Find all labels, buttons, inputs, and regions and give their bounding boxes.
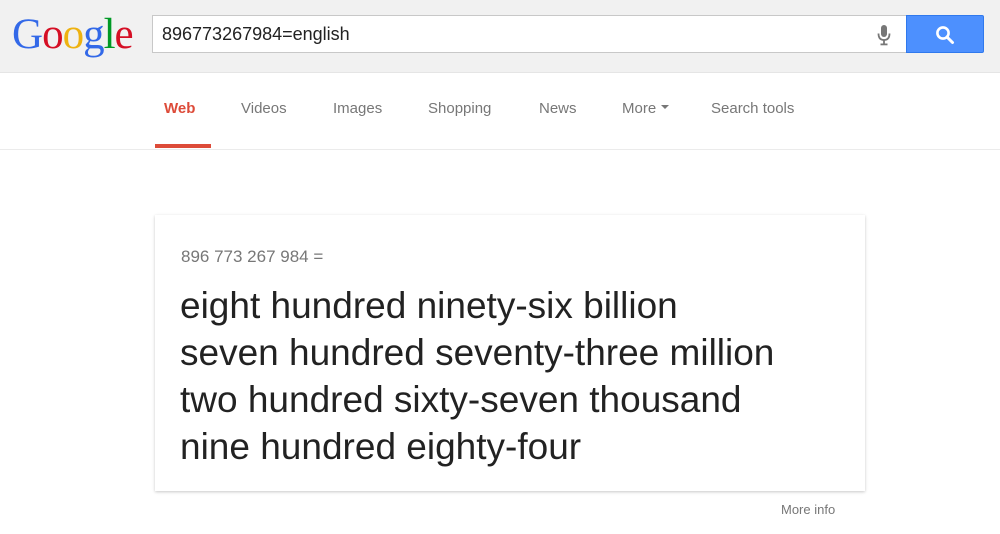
logo-letter: G (12, 11, 43, 58)
microphone-icon[interactable] (876, 24, 892, 46)
magnifier-icon (936, 26, 954, 44)
logo-letter: l (103, 11, 116, 58)
tab-news[interactable]: News (539, 100, 577, 117)
search-box (152, 15, 906, 53)
logo-letter: e (114, 11, 134, 58)
logo-letter: g (83, 11, 104, 58)
active-tab-indicator (155, 144, 211, 148)
number-expression: 896 773 267 984 = (181, 247, 324, 266)
logo-letter: o (42, 11, 63, 58)
search-nav: Web Videos Images Shopping News More Sea… (0, 72, 1000, 150)
tab-images[interactable]: Images (333, 100, 382, 117)
tab-more[interactable]: More (622, 100, 670, 117)
result-line: seven hundred seventy-three million (180, 332, 775, 373)
tab-videos[interactable]: Videos (241, 100, 287, 117)
number-in-words: eight hundred ninety-six billion seven h… (180, 282, 855, 470)
tab-web[interactable]: Web (164, 100, 195, 117)
header-bar: Google (0, 0, 1000, 73)
tab-more-label: More (622, 100, 657, 117)
google-logo[interactable]: Google (12, 10, 134, 60)
unit-conversion-card: 896 773 267 984 = eight hundred ninety-s… (155, 215, 865, 491)
search-input[interactable] (153, 16, 853, 52)
result-line: eight hundred ninety-six billion (180, 285, 678, 326)
result-line: nine hundred eighty-four (180, 426, 582, 467)
logo-letter: o (62, 11, 84, 58)
result-line: two hundred sixty-seven thousand (180, 379, 742, 420)
chevron-down-icon (661, 105, 670, 110)
tab-shopping[interactable]: Shopping (428, 100, 491, 117)
tab-search-tools[interactable]: Search tools (711, 100, 794, 117)
search-button[interactable] (906, 15, 984, 53)
more-info-link[interactable]: More info (781, 502, 835, 517)
